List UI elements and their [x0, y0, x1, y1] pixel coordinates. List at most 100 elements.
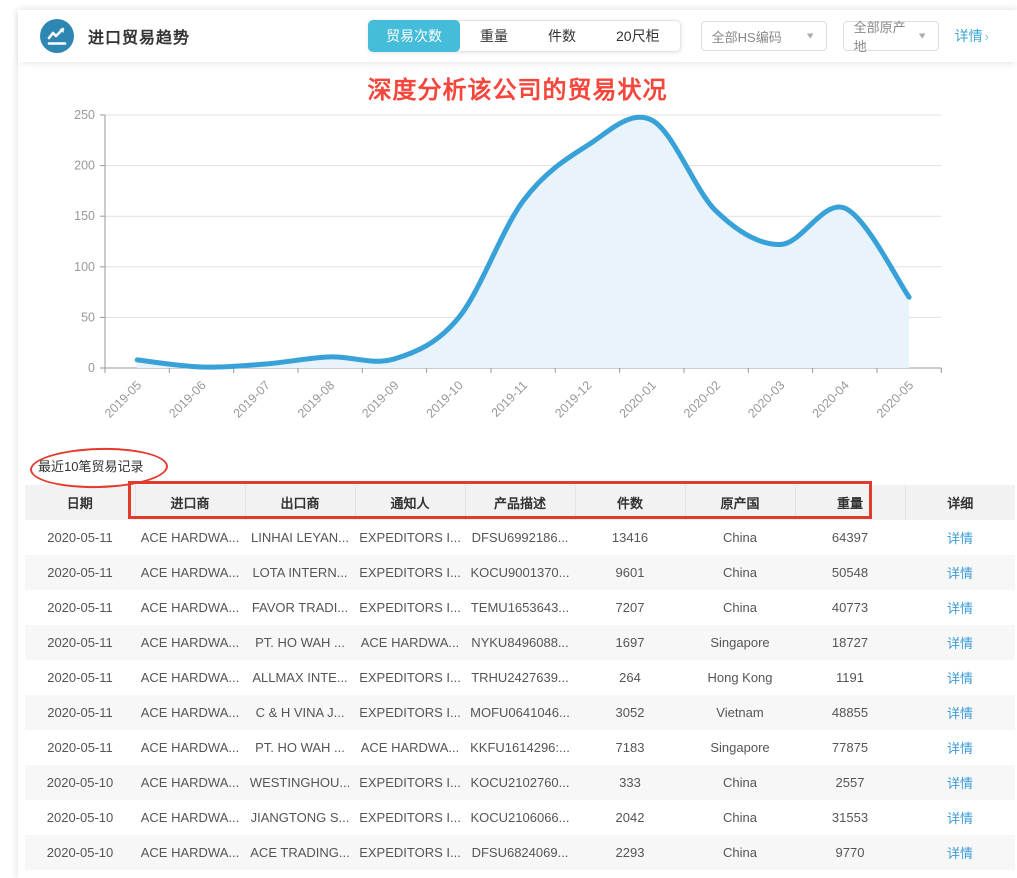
svg-text:2020-01: 2020-01 [617, 378, 659, 420]
table-header: 日期进口商出口商通知人产品描述件数原产国重量详细 [25, 485, 1015, 520]
table-cell: WESTINGHOU... [245, 765, 355, 800]
records-section: 最近10笔贸易记录 日期进口商出口商通知人产品描述件数原产国重量详细 2020-… [18, 440, 1017, 870]
table-cell: EXPEDITORS I... [355, 555, 465, 590]
row-detail-link[interactable]: 详情 [947, 776, 973, 791]
row-detail-link[interactable]: 详情 [947, 671, 973, 686]
title-wrap: 进口贸易趋势 [40, 19, 340, 53]
table-cell: China [685, 520, 795, 555]
table-cell: 1191 [795, 660, 905, 695]
table-cell: Singapore [685, 730, 795, 765]
header-detail-link[interactable]: 详情› [955, 26, 989, 46]
tab-quantity[interactable]: 件数 [528, 21, 596, 51]
table-cell: EXPEDITORS I... [355, 835, 465, 870]
table-cell: 9770 [795, 835, 905, 870]
table-cell: Hong Kong [685, 660, 795, 695]
table-cell: Singapore [685, 625, 795, 660]
svg-text:250: 250 [74, 108, 95, 122]
table-cell: 50548 [795, 555, 905, 590]
table-cell: LINHAI LEYAN... [245, 520, 355, 555]
tab-weight[interactable]: 重量 [460, 21, 528, 51]
table-cell: 64397 [795, 520, 905, 555]
table-cell: 2293 [575, 835, 685, 870]
row-detail-link[interactable]: 详情 [947, 846, 973, 861]
table-cell: 2020-05-11 [25, 590, 135, 625]
table-cell: China [685, 835, 795, 870]
metric-tabs: 贸易次数 重量 件数 20尺柜 [368, 20, 681, 52]
table-cell: 2557 [795, 765, 905, 800]
svg-text:200: 200 [74, 159, 95, 173]
table-cell: 1697 [575, 625, 685, 660]
table-cell: ACE TRADING... [245, 835, 355, 870]
svg-text:2020-02: 2020-02 [681, 378, 723, 420]
table-cell: LOTA INTERN... [245, 555, 355, 590]
table-cell: ACE HARDWA... [135, 765, 245, 800]
svg-text:2019-08: 2019-08 [295, 378, 337, 420]
row-detail-link[interactable]: 详情 [947, 706, 973, 721]
svg-text:2019-05: 2019-05 [102, 378, 144, 420]
column-header: 通知人 [355, 485, 465, 520]
table-cell: DFSU6992186... [465, 520, 575, 555]
page-title: 进口贸易趋势 [88, 24, 190, 48]
table-cell: KOCU2106066... [465, 800, 575, 835]
trend-chart-icon [40, 19, 74, 53]
table-cell: 2020-05-11 [25, 520, 135, 555]
table-cell: ACE HARDWA... [355, 625, 465, 660]
table-cell: 2020-05-11 [25, 660, 135, 695]
table-cell: JIANGTONG S... [245, 800, 355, 835]
svg-text:2019-07: 2019-07 [231, 378, 273, 420]
chevron-right-icon: › [985, 29, 989, 44]
column-header: 详细 [905, 485, 1015, 520]
svg-text:150: 150 [74, 209, 95, 223]
table-cell: 3052 [575, 695, 685, 730]
row-detail-link[interactable]: 详情 [947, 811, 973, 826]
table-cell: EXPEDITORS I... [355, 660, 465, 695]
card-header: 进口贸易趋势 贸易次数 重量 件数 20尺柜 全部HS编码 ▼ 全部原产地 ▼ … [18, 10, 1017, 62]
table-cell: KOCU9001370... [465, 555, 575, 590]
tab-trade-count[interactable]: 贸易次数 [368, 20, 460, 52]
table-cell: 2020-05-11 [25, 730, 135, 765]
row-detail-link[interactable]: 详情 [947, 636, 973, 651]
table-cell: EXPEDITORS I... [355, 800, 465, 835]
table-cell: 2020-05-10 [25, 765, 135, 800]
table-row: 2020-05-11ACE HARDWA...LINHAI LEYAN...EX… [25, 520, 1015, 555]
table-cell: KKFU1614296:... [465, 730, 575, 765]
origin-select[interactable]: 全部原产地 ▼ [843, 21, 939, 51]
table-cell: 264 [575, 660, 685, 695]
hs-code-select[interactable]: 全部HS编码 ▼ [701, 21, 827, 51]
trend-chart-section: 深度分析该公司的贸易状况 0501001502002502019-052019-… [18, 62, 1017, 440]
trade-records-table: 日期进口商出口商通知人产品描述件数原产国重量详细 2020-05-11ACE H… [25, 485, 1015, 870]
table-cell: 18727 [795, 625, 905, 660]
table-cell: NYKU8496088... [465, 625, 575, 660]
table-row: 2020-05-10ACE HARDWA...ACE TRADING...EXP… [25, 835, 1015, 870]
table-cell: ACE HARDWA... [135, 520, 245, 555]
table-cell: 2020-05-11 [25, 695, 135, 730]
svg-text:0: 0 [88, 361, 95, 375]
column-header: 日期 [25, 485, 135, 520]
table-cell: TRHU2427639... [465, 660, 575, 695]
origin-select-value: 全部原产地 [854, 17, 909, 55]
table-cell: 7183 [575, 730, 685, 765]
table-cell: 2042 [575, 800, 685, 835]
svg-text:2019-06: 2019-06 [166, 378, 208, 420]
table-cell: Vietnam [685, 695, 795, 730]
table-row: 2020-05-10ACE HARDWA...WESTINGHOU...EXPE… [25, 765, 1015, 800]
table-cell: 40773 [795, 590, 905, 625]
svg-text:100: 100 [74, 260, 95, 274]
svg-text:2020-05: 2020-05 [874, 378, 916, 420]
table-cell: PT. HO WAH ... [245, 625, 355, 660]
table-cell: ACE HARDWA... [135, 800, 245, 835]
row-detail-link[interactable]: 详情 [947, 566, 973, 581]
chevron-down-icon: ▼ [917, 31, 928, 41]
table-cell: KOCU2102760... [465, 765, 575, 800]
row-detail-link[interactable]: 详情 [947, 601, 973, 616]
row-detail-link[interactable]: 详情 [947, 741, 973, 756]
import-trade-card: 进口贸易趋势 贸易次数 重量 件数 20尺柜 全部HS编码 ▼ 全部原产地 ▼ … [18, 10, 1017, 878]
table-cell: 7207 [575, 590, 685, 625]
tab-20ft-container[interactable]: 20尺柜 [596, 21, 680, 51]
table-cell: ACE HARDWA... [135, 660, 245, 695]
row-detail-link[interactable]: 详情 [947, 531, 973, 546]
svg-text:2020-04: 2020-04 [810, 378, 852, 420]
table-row: 2020-05-11ACE HARDWA...FAVOR TRADI...EXP… [25, 590, 1015, 625]
table-cell: EXPEDITORS I... [355, 520, 465, 555]
table-cell: FAVOR TRADI... [245, 590, 355, 625]
